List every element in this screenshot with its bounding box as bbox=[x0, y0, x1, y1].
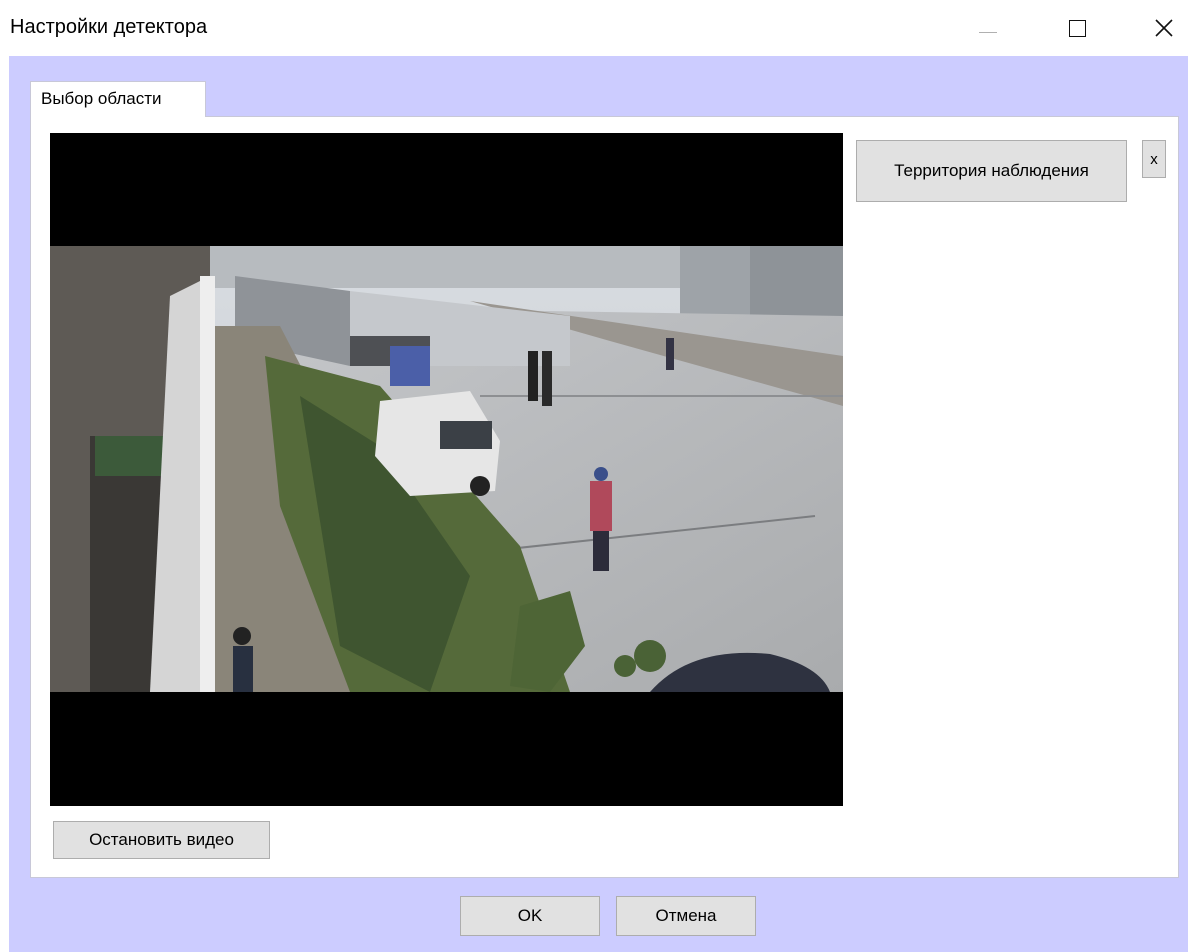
minimize-button[interactable] bbox=[958, 0, 1018, 56]
maximize-icon bbox=[1068, 19, 1086, 37]
cancel-button[interactable]: Отмена bbox=[616, 896, 756, 936]
title-bar: Настройки детектора bbox=[0, 0, 1197, 56]
tab-panel: Территория наблюдения x Остановить видео bbox=[30, 116, 1179, 878]
remove-zone-button[interactable]: x bbox=[1142, 140, 1166, 178]
camera-feed-image bbox=[50, 246, 843, 692]
video-preview[interactable] bbox=[50, 133, 843, 806]
window-title: Настройки детектора bbox=[10, 16, 208, 38]
maximize-button[interactable] bbox=[1047, 0, 1107, 56]
zone-territory-button[interactable]: Территория наблюдения bbox=[856, 140, 1127, 202]
close-button[interactable] bbox=[1134, 0, 1194, 56]
dialog-client-area: Выбор области Территория наблюдения x Ос… bbox=[9, 56, 1188, 952]
stop-video-button[interactable]: Остановить видео bbox=[53, 821, 270, 859]
tab-region-select[interactable]: Выбор области bbox=[30, 81, 206, 117]
minimize-icon bbox=[979, 31, 997, 33]
tab-label: Выбор области bbox=[41, 89, 162, 108]
ok-button[interactable]: OK bbox=[460, 896, 600, 936]
close-icon bbox=[1155, 19, 1173, 37]
